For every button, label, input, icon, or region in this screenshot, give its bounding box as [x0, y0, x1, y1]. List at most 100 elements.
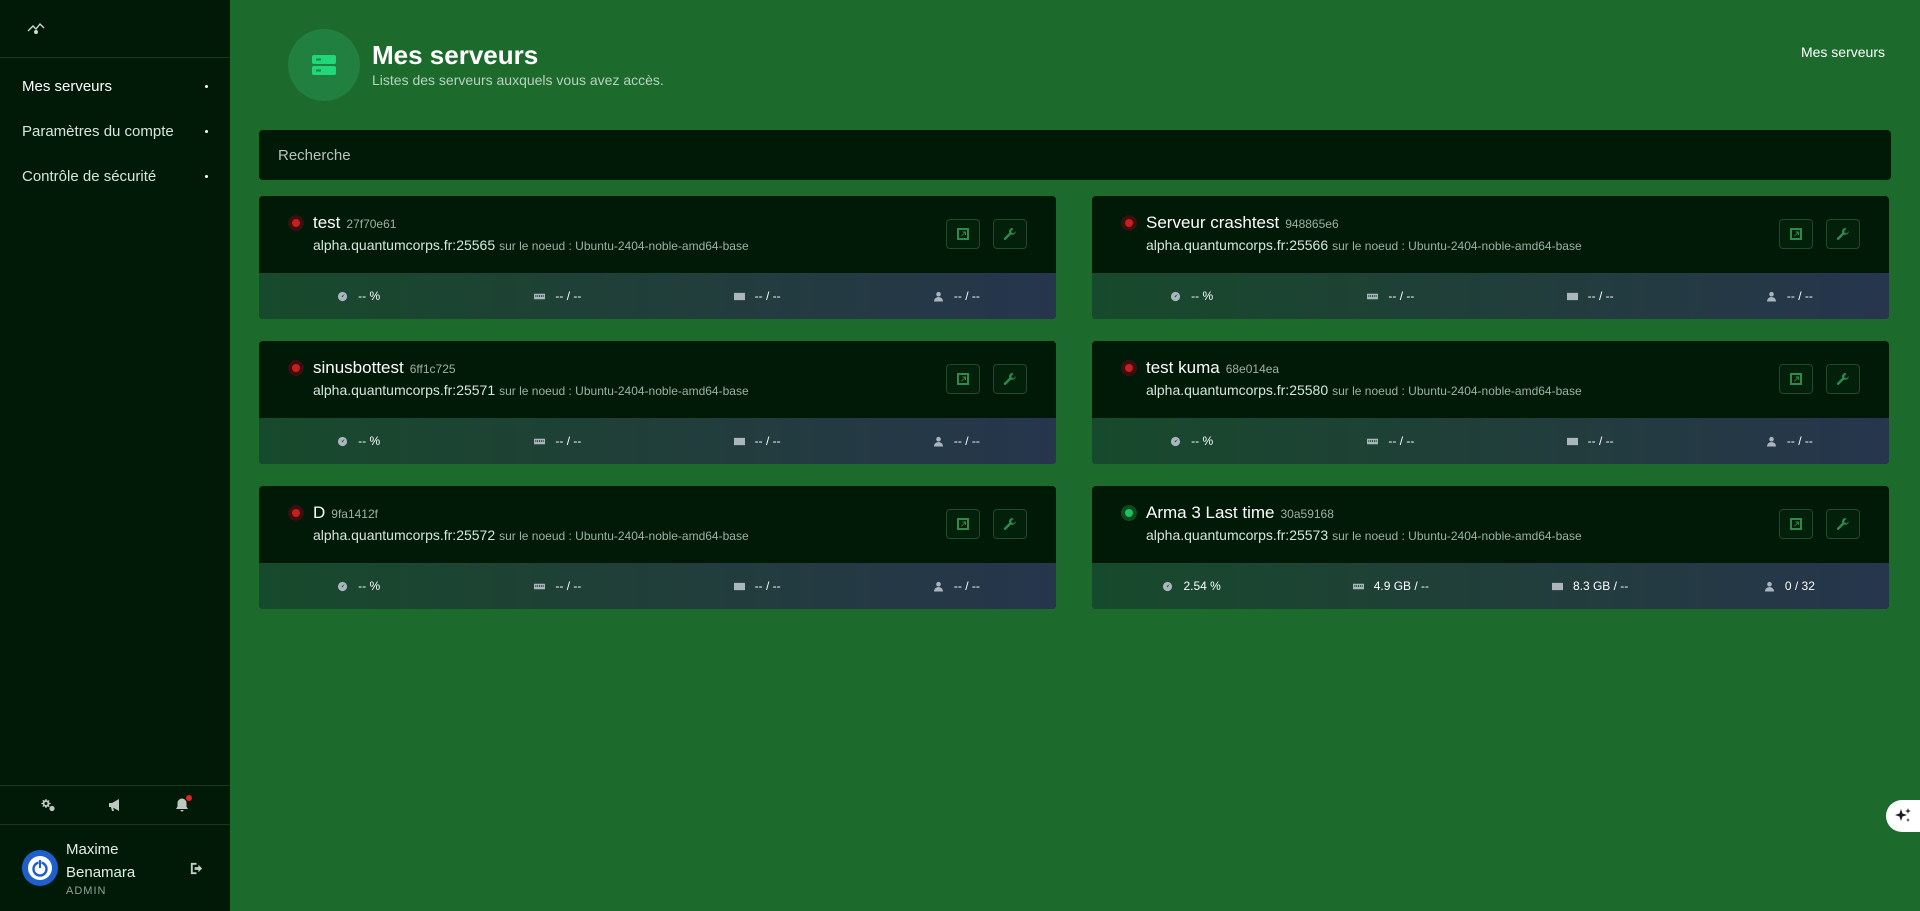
server-stats: -- % -- / -- -- / -- -- / -- [1092, 418, 1889, 464]
server-stats: -- % -- / -- -- / -- -- / -- [259, 563, 1056, 609]
notifications-button[interactable] [165, 790, 199, 820]
gauge-icon [338, 291, 348, 301]
avatar[interactable] [22, 850, 58, 886]
breadcrumb[interactable]: Mes serveurs [1801, 44, 1885, 60]
wrench-icon [1836, 518, 1849, 530]
open-console-button[interactable] [1779, 364, 1813, 394]
open-console-button[interactable] [1779, 509, 1813, 539]
server-address: alpha.quantumcorps.fr:25565 [313, 237, 496, 253]
megaphone-icon [108, 799, 119, 811]
open-console-button[interactable] [946, 509, 980, 539]
nav-dot-icon [205, 130, 208, 133]
settings-button[interactable] [31, 790, 65, 820]
server-card-header: test kuma 68e014ea alpha.quantumcorps.fr:… [1092, 341, 1889, 418]
hdd-icon [733, 437, 745, 445]
memory-stat: -- / -- [458, 434, 657, 448]
sparkles-icon [1895, 808, 1911, 822]
disk-stat: -- / -- [658, 434, 857, 448]
server-grid: test 27f70e61 alpha.quantumcorps.fr:25565… [259, 196, 1891, 609]
search-input[interactable] [278, 146, 1872, 164]
manage-server-button[interactable] [1826, 364, 1860, 394]
server-address: alpha.quantumcorps.fr:25566 [1146, 237, 1329, 253]
wrench-icon [1003, 518, 1016, 530]
memory-stat: -- / -- [458, 579, 657, 593]
status-indicator [288, 360, 304, 376]
cpu-stat: -- % [259, 579, 458, 593]
sidebar-item-parametres-compte[interactable]: Paramètres du compte [0, 109, 230, 154]
user-icon [1764, 581, 1774, 592]
open-console-button[interactable] [946, 219, 980, 249]
disk-stat: -- / -- [658, 289, 857, 303]
server-address: alpha.quantumcorps.fr:25573 [1146, 527, 1329, 543]
sidebar-nav: Mes serveurs Paramètres du compte Contrô… [0, 58, 230, 199]
server-card[interactable]: test 27f70e61 alpha.quantumcorps.fr:25565… [259, 196, 1056, 319]
server-address: alpha.quantumcorps.fr:25572 [313, 527, 496, 543]
hdd-icon [733, 292, 745, 300]
server-stats: -- % -- / -- -- / -- -- / -- [1092, 273, 1889, 319]
cpu-stat: 2.54 % [1092, 579, 1291, 593]
server-node: sur le noeud : Ubuntu-2404-noble-amd64-b… [499, 384, 749, 398]
status-indicator [1121, 215, 1137, 231]
open-console-button[interactable] [1779, 219, 1813, 249]
user-last-name: Benamara [66, 864, 136, 881]
memory-stat: 4.9 GB / -- [1291, 579, 1490, 593]
logo-area [0, 0, 230, 58]
sidebar-item-controle-securite[interactable]: Contrôle de sécurité [0, 154, 230, 199]
gauge-icon [338, 581, 348, 591]
server-node: sur le noeud : Ubuntu-2404-noble-amd64-b… [1332, 384, 1582, 398]
search-bar [259, 130, 1891, 180]
status-indicator [288, 505, 304, 521]
announcements-button[interactable] [98, 790, 132, 820]
manage-server-button[interactable] [1826, 219, 1860, 249]
sidebar-item-mes-serveurs[interactable]: Mes serveurs [0, 64, 230, 109]
user-icon [933, 436, 943, 447]
server-card[interactable]: D 9fa1412f alpha.quantumcorps.fr:25572 sur… [259, 486, 1056, 609]
external-link-icon [1790, 518, 1802, 530]
manage-server-button[interactable] [993, 219, 1027, 249]
user-role: ADMIN [66, 885, 107, 897]
user-first-name: Maxime [66, 841, 119, 858]
manage-server-button[interactable] [1826, 509, 1860, 539]
external-link-icon [957, 373, 969, 385]
sidebar-item-label: Paramètres du compte [22, 123, 174, 140]
disk-stat: -- / -- [1491, 434, 1690, 448]
open-console-button[interactable] [946, 364, 980, 394]
status-indicator [1121, 360, 1137, 376]
server-card-header: Serveur crashtest 948865e6 alpha.quantumc… [1092, 196, 1889, 273]
wrench-icon [1836, 228, 1849, 240]
server-name: D [313, 503, 326, 522]
page-subtitle: Listes des serveurs auxquels vous avez a… [372, 72, 664, 88]
server-card[interactable]: Serveur crashtest 948865e6 alpha.quantumc… [1092, 196, 1889, 319]
quantumcorps-logo-icon[interactable] [26, 22, 46, 36]
server-address: alpha.quantumcorps.fr:25571 [313, 382, 496, 398]
nav-dot-icon [205, 85, 208, 88]
server-card[interactable]: test kuma 68e014ea alpha.quantumcorps.fr:… [1092, 341, 1889, 464]
logout-icon [190, 862, 202, 874]
page-title: Mes serveurs [372, 40, 539, 70]
server-card-header: test 27f70e61 alpha.quantumcorps.fr:25565… [259, 196, 1056, 273]
cpu-stat: -- % [259, 289, 458, 303]
status-indicator [288, 215, 304, 231]
manage-server-button[interactable] [993, 364, 1027, 394]
manage-server-button[interactable] [993, 509, 1027, 539]
power-avatar-icon [28, 856, 52, 880]
logout-button[interactable] [184, 856, 208, 880]
memory-icon [534, 438, 546, 444]
hdd-icon [1551, 582, 1563, 590]
server-stats: -- % -- / -- -- / -- -- / -- [259, 273, 1056, 319]
server-node: sur le noeud : Ubuntu-2404-noble-amd64-b… [1332, 529, 1582, 543]
settings-icon [40, 799, 55, 812]
user-icon [1766, 291, 1776, 302]
server-actions [946, 364, 1027, 394]
wrench-icon [1836, 373, 1849, 385]
server-card[interactable]: Arma 3 Last time 30a59168 alpha.quantumco… [1092, 486, 1889, 609]
server-card[interactable]: sinusbottest 6ff1c725 alpha.quantumcorps.… [259, 341, 1056, 464]
players-stat: -- / -- [857, 579, 1056, 593]
ai-assistant-button[interactable] [1886, 800, 1920, 832]
server-id: 6ff1c725 [409, 362, 456, 376]
wrench-icon [1003, 228, 1016, 240]
server-name: test kuma [1146, 358, 1220, 377]
server-actions [1779, 364, 1860, 394]
players-stat: -- / -- [1690, 434, 1889, 448]
wrench-icon [1003, 373, 1016, 385]
